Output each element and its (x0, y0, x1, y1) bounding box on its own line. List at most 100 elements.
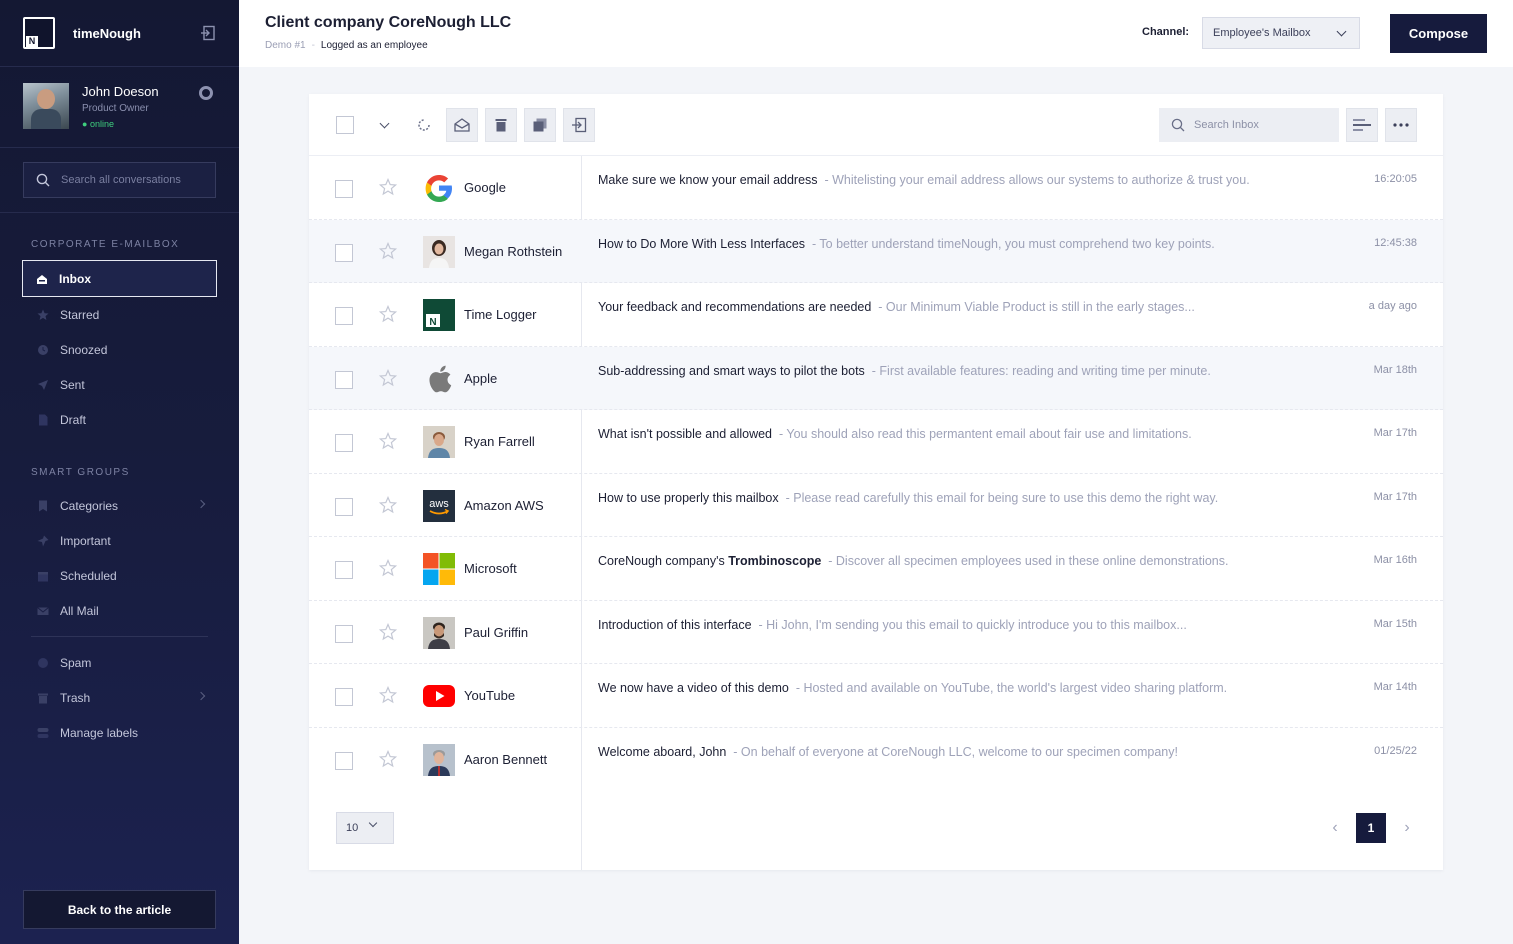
row-checkbox[interactable] (335, 561, 353, 579)
sidebar-item-inbox[interactable]: Inbox (22, 260, 217, 297)
clock-icon (38, 344, 48, 355)
email-row[interactable]: aws Amazon AWS How to use properly this … (309, 474, 1443, 537)
brand-name: timeNough (73, 25, 141, 41)
star-outline-icon[interactable] (379, 178, 397, 196)
sidebar-item-draft[interactable]: Draft (0, 402, 239, 437)
mail-icon (37, 606, 49, 615)
breadcrumb-demo[interactable]: Demo #1 (265, 40, 306, 51)
email-row[interactable]: Google Make sure we know your email addr… (309, 156, 1443, 220)
row-checkbox[interactable] (335, 688, 353, 706)
email-row[interactable]: YouTube We now have a video of this demo… (309, 664, 1443, 728)
avatar (423, 616, 455, 649)
row-checkbox[interactable] (335, 434, 353, 452)
star-outline-icon[interactable] (379, 241, 397, 260)
sidebar-item-snoozed[interactable]: Snoozed (0, 332, 239, 367)
email-subject: What isn't possible and allowed - You sh… (598, 427, 1192, 441)
logout-icon[interactable] (200, 25, 216, 41)
star-outline-icon[interactable] (379, 686, 397, 704)
delete-button[interactable] (485, 108, 517, 142)
move-button[interactable] (563, 108, 595, 142)
email-sender: Megan Rothstein (464, 243, 563, 259)
spam-icon (38, 657, 48, 668)
row-checkbox[interactable] (335, 751, 353, 770)
row-checkbox[interactable] (335, 370, 353, 389)
header: Client company CoreNough LLC Demo #1- Log… (239, 0, 1513, 67)
email-row[interactable]: N Time Logger Your feedback and recommen… (309, 283, 1443, 347)
sidebar-item-manage-labels[interactable]: Manage labels (0, 715, 239, 750)
select-all-checkbox[interactable] (329, 108, 361, 142)
email-row[interactable]: Microsoft CoreNough company's Trombinosc… (309, 537, 1443, 601)
row-checkbox[interactable] (335, 180, 353, 198)
gear-icon[interactable] (199, 86, 213, 100)
calendar-icon (38, 571, 48, 581)
chevron-down-icon (379, 118, 389, 128)
per-page-select[interactable]: 10 (336, 812, 394, 844)
email-row[interactable]: Apple Sub-addressing and smart ways to p… (309, 346, 1443, 410)
star-outline-icon[interactable] (379, 622, 397, 641)
row-checkbox[interactable] (335, 624, 353, 643)
email-row[interactable]: Ryan Farrell What isn't possible and all… (309, 410, 1443, 474)
email-time: Mar 16th (1373, 554, 1417, 566)
search-conversations-input[interactable]: Search all conversations (23, 162, 216, 198)
star-outline-icon[interactable] (379, 368, 397, 387)
sidebar-item-categories[interactable]: Categories (0, 488, 239, 523)
pagination: ‹ 1 › (1325, 813, 1417, 843)
sidebar-item-starred[interactable]: Starred (0, 297, 239, 332)
prev-page-button[interactable]: ‹ (1325, 813, 1345, 843)
row-checkbox[interactable] (335, 307, 353, 325)
email-subject: Introduction of this interface - Hi John… (598, 617, 1187, 632)
chevron-right-icon (196, 499, 206, 509)
channel-label: Channel: (1142, 26, 1190, 38)
search-inbox-input[interactable]: Search Inbox (1159, 108, 1339, 142)
search-icon (36, 173, 50, 187)
section-heading-mailbox: CORPORATE E-MAILBOX (31, 239, 180, 250)
star-outline-icon[interactable] (379, 305, 397, 323)
select-menu-toggle[interactable] (368, 108, 400, 142)
copy-button[interactable] (524, 108, 556, 142)
email-subject: Sub-addressing and smart ways to pilot t… (598, 363, 1211, 378)
mark-read-button[interactable] (446, 108, 478, 142)
email-sender: Amazon AWS (464, 497, 544, 513)
star-outline-icon[interactable] (379, 749, 397, 768)
email-row[interactable]: Aaron Bennett Welcome aboard, John - On … (309, 728, 1443, 792)
email-time: Mar 17th (1373, 490, 1417, 503)
sidebar-item-important[interactable]: Important (0, 523, 239, 558)
youtube-logo-icon (423, 680, 455, 712)
email-subject: How to Do More With Less Interfaces - To… (598, 236, 1215, 251)
compose-button[interactable]: Compose (1390, 14, 1487, 53)
sidebar-item-sent[interactable]: Sent (0, 367, 239, 402)
email-time: Mar 15th (1373, 617, 1417, 630)
email-sender: Time Logger (464, 307, 537, 322)
back-to-article-button[interactable]: Back to the article (23, 890, 216, 929)
chevron-down-icon (1336, 26, 1347, 37)
sidebar-item-spam[interactable]: Spam (0, 645, 239, 680)
star-outline-icon[interactable] (379, 432, 397, 450)
email-row[interactable]: Megan Rothstein How to Do More With Less… (309, 219, 1443, 283)
email-row[interactable]: Paul Griffin Introduction of this interf… (309, 601, 1443, 664)
draft-icon (39, 414, 48, 425)
refresh-icon (418, 119, 430, 131)
email-sender: Google (464, 180, 506, 195)
star-outline-icon[interactable] (379, 495, 397, 514)
row-checkbox[interactable] (335, 497, 353, 516)
timenough-logo-icon[interactable] (23, 17, 55, 49)
avatar[interactable] (23, 83, 69, 129)
sidebar-item-trash[interactable]: Trash (0, 680, 239, 715)
trash-icon (495, 119, 507, 132)
email-subject: Make sure we know your email address - W… (598, 173, 1250, 187)
next-page-button[interactable]: › (1397, 813, 1417, 843)
sort-button[interactable] (1346, 108, 1378, 142)
channel-select[interactable]: Employee's Mailbox (1202, 17, 1360, 49)
sidebar-item-scheduled[interactable]: Scheduled (0, 558, 239, 593)
star-outline-icon[interactable] (379, 559, 397, 577)
email-sender: Ryan Farrell (464, 434, 535, 449)
more-options-button[interactable] (1385, 108, 1417, 142)
row-checkbox[interactable] (335, 243, 353, 262)
sidebar-item-all-mail[interactable]: All Mail (0, 593, 239, 628)
channel-value: Employee's Mailbox (1213, 27, 1311, 39)
bookmark-icon (39, 500, 47, 511)
search-inbox-placeholder: Search Inbox (1194, 119, 1259, 131)
page-number-current[interactable]: 1 (1356, 813, 1386, 843)
refresh-button[interactable] (408, 108, 440, 142)
email-time: Mar 17th (1373, 427, 1417, 439)
